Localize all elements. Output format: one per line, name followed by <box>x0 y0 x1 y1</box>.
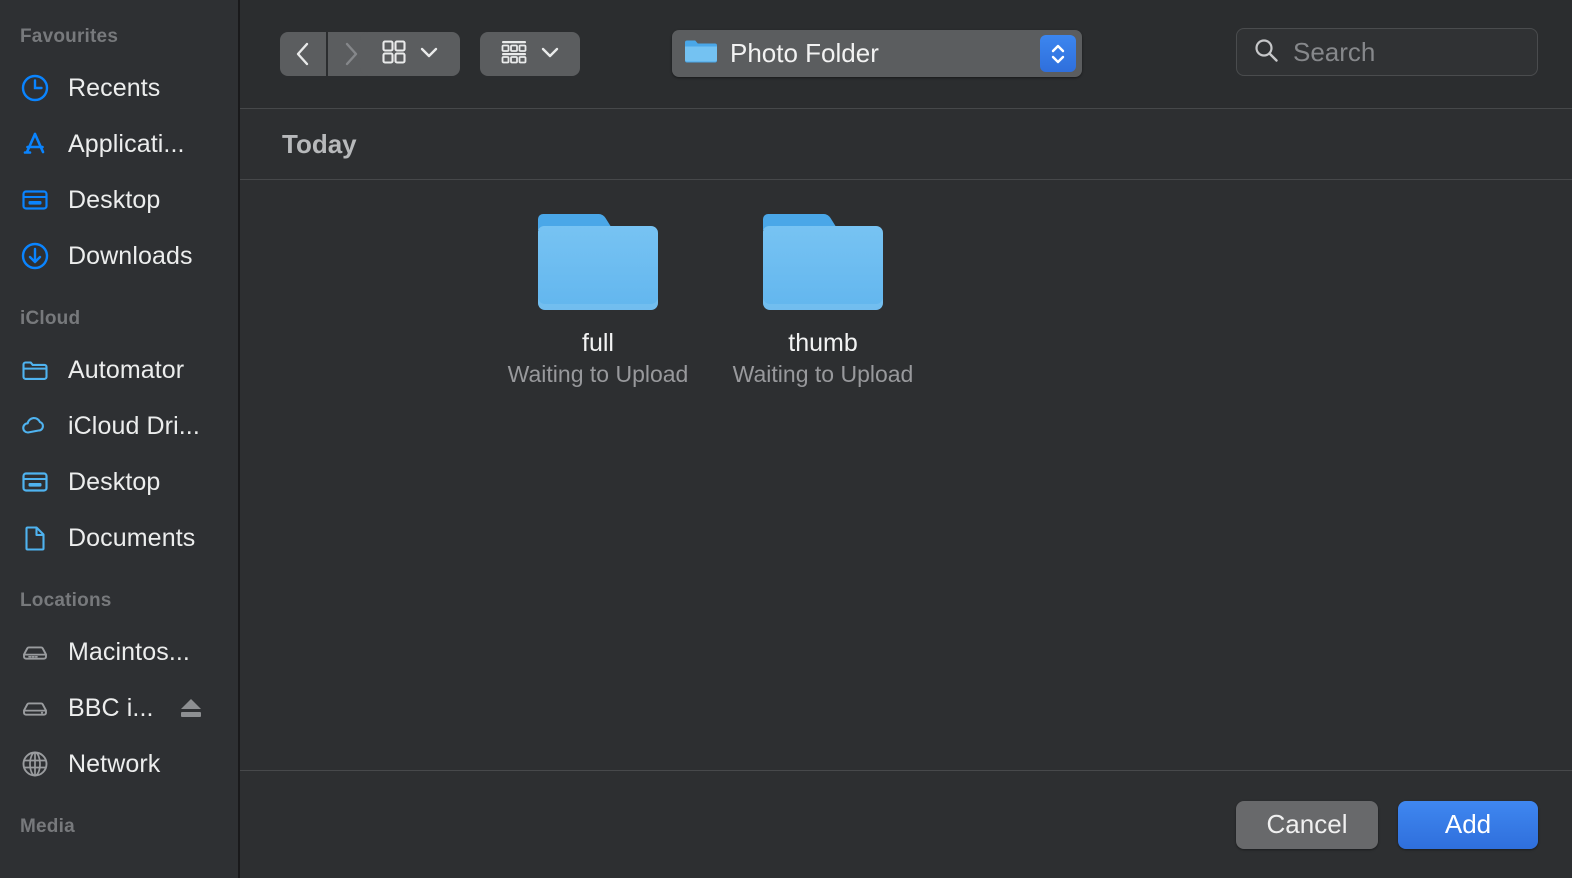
sidebar-item-label: Macintos... <box>68 637 190 666</box>
sidebar-item-network[interactable]: Network <box>0 736 238 792</box>
sidebar-item-label: Documents <box>68 523 196 552</box>
sidebar-item-icloud-desktop[interactable]: Desktop <box>0 454 238 510</box>
folder-icon <box>763 214 883 310</box>
path-popup-button[interactable]: Photo Folder <box>672 30 1082 77</box>
sidebar-section-icloud-title: iCloud <box>20 308 81 329</box>
sidebar-item-recents[interactable]: Recents <box>0 60 238 116</box>
desktop-icon <box>20 185 50 215</box>
group-header-today: Today <box>240 108 1572 180</box>
folder-icon <box>538 214 658 310</box>
sidebar-item-icloud-drive[interactable]: iCloud Dri... <box>0 398 238 454</box>
sidebar-item-label: BBC i... <box>68 693 154 722</box>
sidebar-item-label: Downloads <box>68 241 193 270</box>
sidebar: Favourites Recents Applicati... Desktop … <box>0 0 240 878</box>
file-picker-dialog: Favourites Recents Applicati... Desktop … <box>0 0 1572 878</box>
group-by-button[interactable] <box>480 32 580 76</box>
sidebar-item-desktop[interactable]: Desktop <box>0 172 238 228</box>
file-grid: full Waiting to Upload thumb Waiting to … <box>240 214 1572 390</box>
file-item-full[interactable]: full Waiting to Upload <box>508 214 688 390</box>
file-status: Waiting to Upload <box>507 361 689 387</box>
sidebar-item-downloads[interactable]: Downloads <box>0 228 238 284</box>
add-button[interactable]: Add <box>1398 800 1538 849</box>
desktop-icon <box>20 467 50 497</box>
path-popup-label: Photo Folder <box>730 38 879 68</box>
sidebar-item-label: Recents <box>68 73 161 102</box>
file-list: full Waiting to Upload thumb Waiting to … <box>240 180 1572 770</box>
content-panel: Photo Folder Search Today full Waiting t… <box>240 0 1572 878</box>
sidebar-item-automator[interactable]: Automator <box>0 342 238 398</box>
cancel-button[interactable]: Cancel <box>1236 800 1378 849</box>
sidebar-item-label: Network <box>68 749 161 778</box>
document-icon <box>20 523 50 553</box>
sidebar-item-label: Applicati... <box>68 129 185 158</box>
folder-body <box>763 226 883 310</box>
sidebar-item-macintosh-hd[interactable]: Macintos... <box>0 624 238 680</box>
folder-body <box>538 226 658 310</box>
sidebar-item-label: Desktop <box>68 467 161 496</box>
eject-triangle <box>181 699 201 709</box>
cloud-icon <box>20 411 50 441</box>
sidebar-section-locations-title: Locations <box>20 590 112 611</box>
search-field[interactable]: Search <box>1236 28 1538 76</box>
file-status: Waiting to Upload <box>732 361 914 387</box>
sidebar-item-label: Desktop <box>68 185 161 214</box>
search-placeholder: Search <box>1293 36 1376 67</box>
folder-icon <box>20 355 50 385</box>
eject-icon[interactable] <box>180 697 202 719</box>
sidebar-item-documents[interactable]: Documents <box>0 510 238 566</box>
search-icon <box>1253 37 1279 68</box>
stepper-icon[interactable] <box>1040 35 1076 72</box>
group-by-icon <box>500 39 528 70</box>
view-mode-button[interactable] <box>360 32 460 76</box>
file-name: full <box>582 329 614 357</box>
external-drive-icon <box>20 693 50 723</box>
file-name: thumb <box>788 329 858 357</box>
applications-icon <box>20 129 50 159</box>
downloads-icon <box>20 241 50 271</box>
sidebar-section-media-title: Media <box>20 816 75 837</box>
hard-drive-icon <box>20 637 50 667</box>
sidebar-item-applications[interactable]: Applicati... <box>0 116 238 172</box>
sidebar-item-label: iCloud Dri... <box>68 411 200 440</box>
dialog-footer: Cancel Add <box>240 770 1572 878</box>
eject-bar <box>181 712 201 717</box>
chevron-down-icon <box>540 45 560 64</box>
icon-view-icon <box>381 39 407 70</box>
sidebar-item-label: Automator <box>68 355 185 384</box>
toolbar: Photo Folder Search <box>240 0 1572 108</box>
clock-icon <box>20 73 50 103</box>
globe-icon <box>20 749 50 779</box>
sidebar-item-bbc-drive[interactable]: BBC i... <box>0 680 238 736</box>
chevron-down-icon <box>419 45 439 64</box>
folder-icon <box>684 37 718 70</box>
back-button[interactable] <box>280 32 326 76</box>
sidebar-section-favourites-title: Favourites <box>20 26 119 47</box>
file-item-thumb[interactable]: thumb Waiting to Upload <box>733 214 913 390</box>
